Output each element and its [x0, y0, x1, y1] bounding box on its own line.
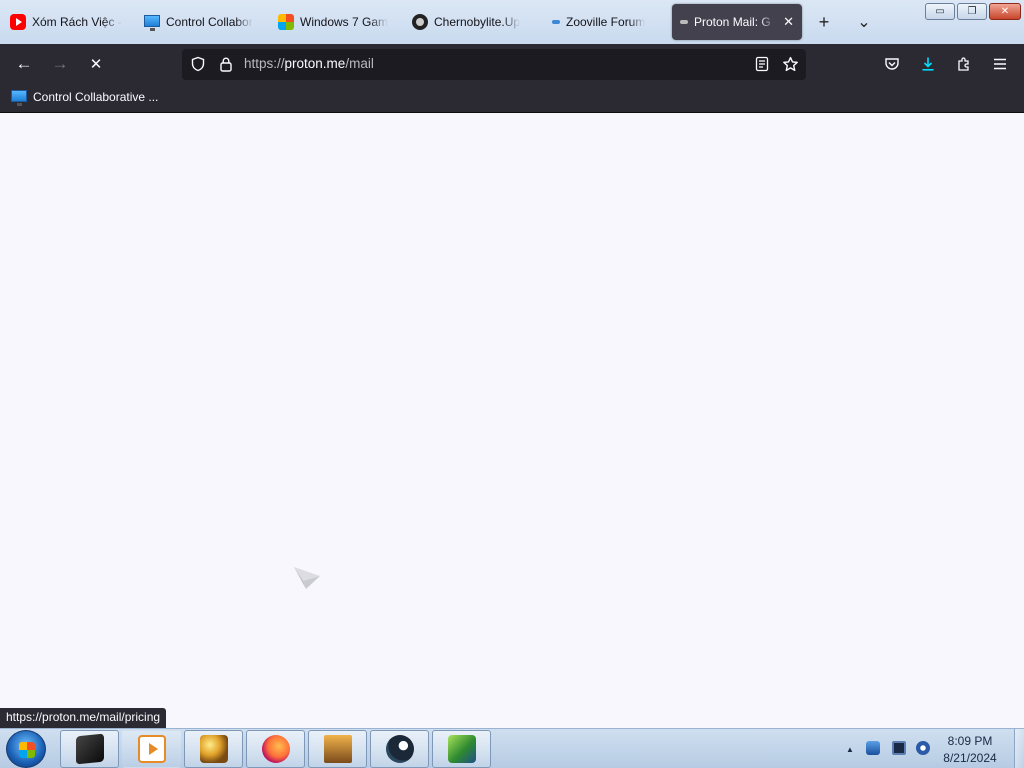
extensions-icon[interactable] — [950, 50, 978, 78]
tab-chernobylite[interactable]: Chernobylite.Up — [404, 4, 532, 40]
show-desktop-button[interactable] — [1014, 729, 1024, 768]
screen: Xóm Rách Việc - Control Collabor Windows… — [0, 0, 1024, 768]
forward-button[interactable]: → — [46, 50, 74, 78]
chernobylite-icon — [412, 14, 428, 30]
new-tab-button[interactable]: + — [810, 8, 838, 36]
downloads-icon[interactable] — [914, 50, 942, 78]
tab-youtube[interactable]: Xóm Rách Việc - — [2, 4, 130, 40]
taskbar-app-counter-strike[interactable] — [308, 730, 367, 768]
pocket-icon[interactable] — [878, 50, 906, 78]
url-text[interactable]: https://proton.me/mail — [244, 56, 374, 71]
firefox-icon — [261, 735, 290, 763]
paper-plane-loading-icon — [294, 567, 320, 589]
page-content — [0, 113, 1024, 728]
tab-control-collaborative[interactable]: Control Collabor — [136, 4, 264, 40]
green-arrow-app-icon — [447, 735, 476, 763]
taskbar-app-black-cube[interactable] — [60, 730, 119, 768]
close-window-button[interactable]: ✕ — [989, 3, 1021, 20]
tab-label: Windows 7 Gam — [300, 15, 389, 29]
loading-dot-icon — [680, 20, 688, 24]
clock-date: 8/21/2024 — [943, 751, 997, 765]
taskbar-app-media-player[interactable] — [122, 730, 181, 768]
tab-label: Xóm Rách Việc - — [32, 15, 122, 29]
taskbar-app-paint[interactable] — [184, 730, 243, 768]
url-path: /mail — [345, 56, 374, 71]
tracking-protection-shield-icon[interactable] — [188, 54, 208, 74]
tab-strip: Xóm Rách Việc - Control Collabor Windows… — [0, 0, 1024, 44]
back-button[interactable]: ← — [10, 50, 38, 78]
navigation-toolbar: ← → ✕ https://proton.me/mail — [0, 44, 1024, 84]
tab-proton-mail[interactable]: Proton Mail: G ✕ — [672, 4, 802, 40]
taskbar: ▲ 8:09 PM 8/21/2024 — [0, 728, 1024, 768]
tab-label: Proton Mail: G — [694, 15, 771, 29]
link-status-tooltip: https://proton.me/mail/pricing — [0, 708, 167, 728]
monitor-icon — [144, 15, 160, 31]
bookmark-label: Control Collaborative ... — [33, 90, 159, 104]
minimize-button[interactable]: ▭ — [925, 3, 955, 20]
url-host: proton.me — [284, 56, 346, 71]
network-monitor-tray-icon[interactable] — [892, 741, 906, 755]
address-bar[interactable]: https://proton.me/mail — [182, 49, 806, 80]
tab-label: Zooville Forum — [566, 15, 646, 29]
bookmarks-toolbar: Control Collaborative ... — [0, 84, 1024, 113]
loading-dot-icon — [552, 20, 560, 24]
black-cube-app-icon — [75, 733, 104, 765]
steam-icon — [385, 735, 414, 763]
bookmark-star-icon[interactable] — [780, 54, 800, 74]
tab-zooville-forum[interactable]: Zooville Forum — [544, 4, 664, 40]
monitor-icon — [11, 90, 27, 106]
list-all-tabs-button[interactable]: ⌄ — [850, 8, 878, 36]
tab-windows7-games[interactable]: Windows 7 Gam — [270, 4, 398, 40]
stop-loading-button[interactable]: ✕ — [82, 50, 110, 78]
volume-tray-icon[interactable] — [916, 741, 930, 755]
youtube-icon — [10, 14, 26, 30]
restore-button[interactable]: ❐ — [957, 3, 987, 20]
windows-icon — [278, 14, 294, 30]
paint-icon — [199, 735, 228, 763]
taskbar-app-green-arrow[interactable] — [432, 730, 491, 768]
system-clock[interactable]: 8:09 PM 8/21/2024 — [930, 733, 1010, 767]
show-hidden-icons-button[interactable]: ▲ — [846, 745, 854, 754]
clock-time: 8:09 PM — [947, 734, 993, 748]
url-scheme: https:// — [244, 56, 285, 71]
bookmark-control-collaborative[interactable]: Control Collaborative ... — [11, 90, 159, 106]
tab-label: Chernobylite.Up — [434, 15, 521, 29]
reader-view-icon[interactable] — [752, 54, 772, 74]
lock-icon[interactable] — [216, 54, 236, 74]
taskbar-app-steam[interactable] — [370, 730, 429, 768]
security-shield-tray-icon[interactable] — [866, 741, 880, 755]
counter-strike-icon — [323, 735, 352, 763]
tab-label: Control Collabor — [166, 15, 253, 29]
close-tab-icon[interactable]: ✕ — [783, 14, 794, 30]
taskbar-app-firefox[interactable] — [246, 730, 305, 768]
app-menu-icon[interactable] — [986, 50, 1014, 78]
start-button[interactable] — [6, 730, 46, 768]
media-player-icon — [137, 735, 166, 763]
